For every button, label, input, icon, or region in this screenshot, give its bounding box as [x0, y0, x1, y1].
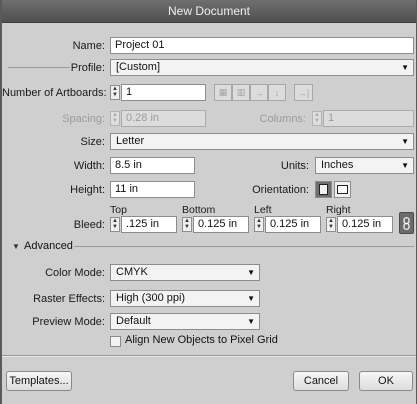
color-mode-label: Color Mode:: [45, 267, 105, 279]
spacing-spinner-icon: ▲ ▼: [110, 111, 120, 126]
arrange-by-column-icon: ↓: [268, 84, 286, 101]
artboards-spinner-icon[interactable]: ▲ ▼: [110, 85, 120, 100]
raster-effects-select[interactable]: High (300 ppi) ▼: [110, 290, 260, 307]
footer-divider-highlight: [2, 356, 416, 357]
preview-mode-value: Default: [116, 315, 151, 327]
units-select[interactable]: Inches ▼: [315, 157, 414, 174]
disclosure-triangle-icon[interactable]: ▼: [12, 242, 20, 251]
bleed-left-spinner-icon[interactable]: ▲ ▼: [254, 217, 264, 232]
dropdown-arrow-icon: ▼: [247, 294, 255, 303]
arrange-by-row-icon: →: [250, 84, 268, 101]
align-pixel-grid-label[interactable]: Align New Objects to Pixel Grid: [125, 334, 278, 346]
bleed-left-field[interactable]: 0.125 in: [265, 216, 321, 233]
advanced-divider-line: [74, 246, 414, 247]
advanced-label[interactable]: Advanced: [24, 240, 73, 252]
profile-value: [Custom]: [116, 61, 161, 73]
orientation-label: Orientation:: [252, 184, 309, 196]
dropdown-arrow-icon: ▼: [401, 137, 409, 146]
artboards-field[interactable]: 1: [121, 84, 206, 101]
color-mode-value: CMYK: [116, 266, 148, 278]
columns-label: Columns:: [259, 113, 306, 125]
layout-direction-icon: →|: [294, 84, 313, 101]
size-select[interactable]: Letter ▼: [110, 133, 414, 150]
landscape-orientation-icon[interactable]: [334, 181, 351, 198]
new-document-dialog: New Document Name: Project 01 Profile: […: [2, 0, 416, 404]
grid-by-column-icon: ▥: [232, 84, 250, 101]
chain-link-icon[interactable]: [399, 212, 414, 234]
bleed-bottom-spinner-icon[interactable]: ▲ ▼: [182, 217, 192, 232]
color-mode-select[interactable]: CMYK ▼: [110, 264, 260, 281]
align-pixel-grid-checkbox[interactable]: [110, 336, 121, 347]
width-label: Width:: [73, 160, 105, 172]
raster-effects-value: High (300 ppi): [116, 292, 186, 304]
cancel-button[interactable]: Cancel: [293, 371, 349, 391]
raster-effects-label: Raster Effects:: [33, 293, 105, 305]
bleed-bottom-label: Bottom: [182, 204, 216, 216]
artboards-label: Number of Artboards:: [2, 87, 107, 99]
preview-mode-select[interactable]: Default ▼: [110, 313, 260, 330]
profile-select[interactable]: [Custom] ▼: [110, 59, 414, 76]
bleed-right-field[interactable]: 0.125 in: [337, 216, 393, 233]
height-field[interactable]: 11 in: [110, 181, 195, 198]
bleed-top-spinner-icon[interactable]: ▲ ▼: [110, 217, 120, 232]
preview-mode-label: Preview Mode:: [32, 316, 105, 328]
spacing-field: 0.28 in: [121, 110, 206, 127]
templates-button[interactable]: Templates...: [6, 371, 72, 391]
ok-button[interactable]: OK: [359, 371, 413, 391]
title-bar: New Document: [2, 0, 416, 23]
profile-label: Profile:: [70, 62, 105, 74]
spacing-label: Spacing:: [62, 113, 105, 125]
name-field[interactable]: Project 01: [110, 37, 414, 54]
units-label: Units:: [280, 160, 309, 172]
bleed-top-field[interactable]: .125 in: [121, 216, 177, 233]
grid-by-row-icon: ▦: [214, 84, 232, 101]
width-field[interactable]: 8.5 in: [110, 157, 195, 174]
bleed-right-label: Right: [326, 204, 351, 216]
columns-field: 1: [323, 110, 414, 127]
units-value: Inches: [321, 159, 354, 171]
dropdown-arrow-icon: ▼: [401, 161, 409, 170]
bleed-bottom-field[interactable]: 0.125 in: [193, 216, 249, 233]
dropdown-arrow-icon: ▼: [247, 317, 255, 326]
portrait-orientation-icon[interactable]: [315, 181, 332, 198]
dropdown-arrow-icon: ▼: [401, 63, 409, 72]
size-label: Size:: [80, 136, 105, 148]
bleed-top-label: Top: [110, 204, 127, 216]
dropdown-arrow-icon: ▼: [247, 268, 255, 277]
bleed-left-label: Left: [254, 204, 272, 216]
window-title: New Document: [167, 4, 251, 18]
bleed-label: Bleed:: [73, 219, 105, 231]
bleed-right-spinner-icon[interactable]: ▲ ▼: [326, 217, 336, 232]
columns-spinner-icon: ▲ ▼: [312, 111, 322, 126]
size-value: Letter: [116, 135, 145, 147]
height-label: Height:: [70, 184, 105, 196]
name-label: Name:: [72, 40, 105, 52]
